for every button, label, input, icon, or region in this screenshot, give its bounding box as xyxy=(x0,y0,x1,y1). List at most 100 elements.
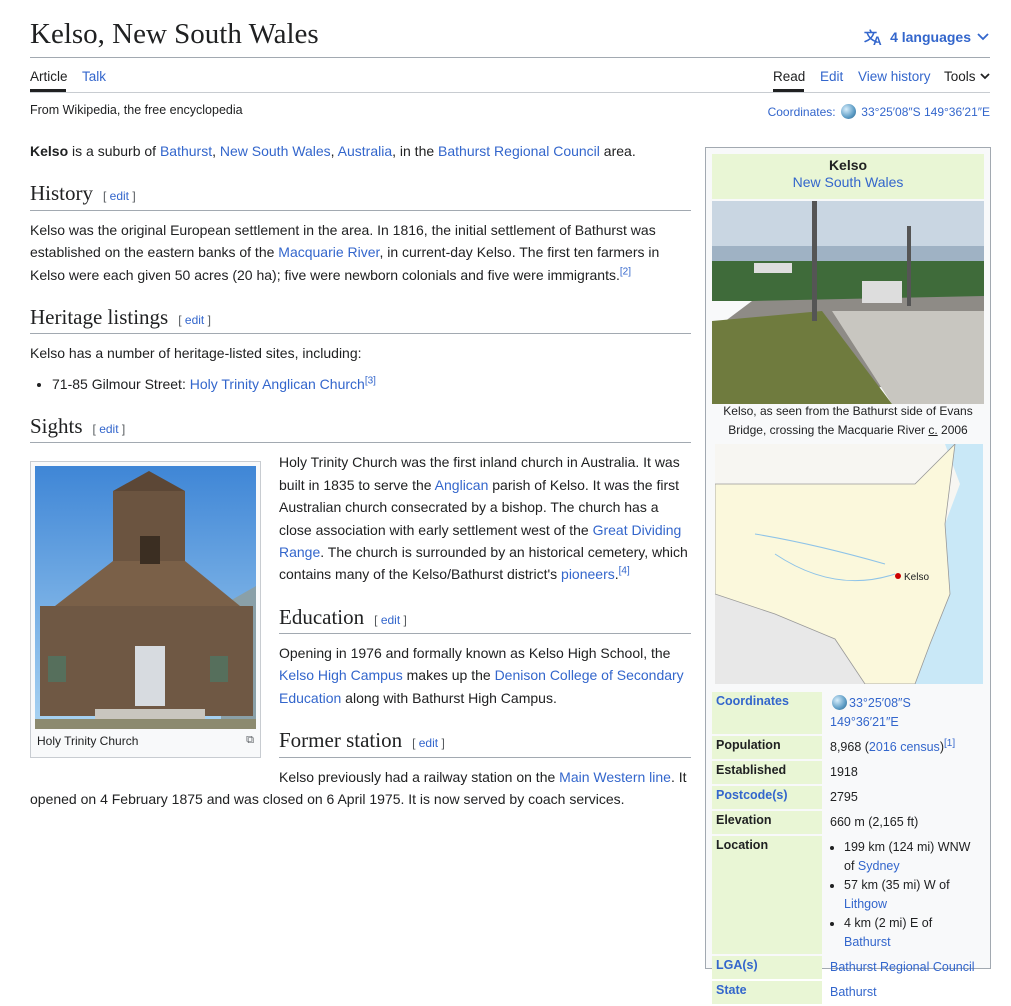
heading-text: Education xyxy=(279,604,365,629)
edit-section[interactable]: [ edit ] xyxy=(103,189,136,203)
edit-link[interactable]: edit xyxy=(381,613,400,627)
circa-abbr: c. xyxy=(928,423,938,437)
svg-text:A: A xyxy=(873,34,882,46)
tab-edit[interactable]: Edit xyxy=(820,69,843,84)
link-lithgow[interactable]: Lithgow xyxy=(844,897,887,911)
text: 2006 xyxy=(937,423,968,437)
lga-link[interactable]: Bathurst Regional Council xyxy=(830,960,975,974)
tools-menu[interactable]: Tools xyxy=(944,69,990,84)
heading-text: Sights xyxy=(30,414,83,439)
edit-link[interactable]: edit xyxy=(110,189,129,203)
coordinates-label: Coordinates: xyxy=(767,105,836,119)
location-map[interactable]: Kelso xyxy=(715,444,983,684)
heritage-list: 71-85 Gilmour Street: Holy Trinity Angli… xyxy=(30,373,691,395)
intro-paragraph: Kelso is a suburb of Bathurst, New South… xyxy=(30,140,691,162)
edit-link[interactable]: edit xyxy=(185,313,204,327)
edit-section[interactable]: [ edit ] xyxy=(93,422,126,436)
list-item: 57 km (35 mi) W of Lithgow xyxy=(844,876,980,914)
heading-history: History [ edit ] xyxy=(30,180,691,211)
coordinates-value[interactable]: 33°25′08″S 149°36′21″E xyxy=(861,105,990,119)
link-sydney[interactable]: Sydney xyxy=(858,859,900,873)
reference-link[interactable]: [3] xyxy=(365,375,376,386)
location-list: 199 km (124 mi) WNW of Sydney 57 km (35 … xyxy=(830,838,980,952)
text: area. xyxy=(599,143,636,159)
globe-icon xyxy=(840,104,856,119)
tab-talk[interactable]: Talk xyxy=(82,69,106,84)
link-anglican[interactable]: Anglican xyxy=(435,477,489,493)
label[interactable]: Postcode(s) xyxy=(716,788,788,802)
sights-paragraph: Holy Trinity Church was the first inland… xyxy=(279,451,691,585)
heading-text: Former station xyxy=(279,728,403,753)
edit-section[interactable]: [ edit ] xyxy=(412,736,445,750)
text: Opening in 1976 and formally known as Ke… xyxy=(279,645,671,662)
row-population: Population 8,968 (2016 census)[1] xyxy=(712,736,984,759)
label[interactable]: Coordinates xyxy=(716,694,789,708)
value: 1918 xyxy=(830,765,858,779)
tab-article[interactable]: Article xyxy=(30,69,68,84)
title-divider xyxy=(30,57,990,58)
row-established: Established 1918 xyxy=(712,761,984,784)
row-elevation: Elevation 660 m (2,165 ft) xyxy=(712,811,984,834)
enlarge-icon[interactable]: ⧉ xyxy=(246,734,254,747)
text: 57 km (35 mi) W of xyxy=(844,878,950,892)
link-pioneers[interactable]: pioneers xyxy=(561,566,615,582)
link-bathurst[interactable]: Bathurst xyxy=(844,935,891,949)
text: , xyxy=(212,143,220,159)
label[interactable]: LGA(s) xyxy=(716,958,758,972)
infobox-title: Kelso xyxy=(828,157,868,173)
photo-caption: Kelso, as seen from the Bathurst side of… xyxy=(712,402,984,440)
edit-link[interactable]: edit xyxy=(99,422,118,436)
coordinates-top[interactable]: Coordinates: 33°25′08″S 149°36′21″E xyxy=(768,104,990,119)
intro-bold: Kelso xyxy=(30,143,69,159)
church-figure: Holy Trinity Church ⧉ xyxy=(30,461,261,758)
link-nsw[interactable]: New South Wales xyxy=(220,143,331,159)
link-brc[interactable]: Bathurst Regional Council xyxy=(438,143,600,159)
heading-education: Education [ edit ] xyxy=(279,604,691,635)
link-macquarie-river[interactable]: Macquarie River xyxy=(278,244,379,260)
row-lga: LGA(s) Bathurst Regional Council xyxy=(712,956,984,979)
value: 2795 xyxy=(830,790,858,804)
link-kelso-high[interactable]: Kelso High Campus xyxy=(279,667,403,683)
tab-read[interactable]: Read xyxy=(773,69,805,84)
kelso-bridge-photo[interactable] xyxy=(712,201,984,404)
list-item: 4 km (2 mi) E of Bathurst xyxy=(844,914,980,952)
text: is a suburb of xyxy=(68,143,160,159)
church-image[interactable] xyxy=(35,466,256,729)
infobox-header: Kelso New South Wales xyxy=(712,154,984,199)
heritage-intro: Kelso has a number of heritage-listed si… xyxy=(30,345,362,362)
reference-link[interactable]: [2] xyxy=(620,266,631,277)
state-link[interactable]: Bathurst xyxy=(830,985,877,999)
figure-caption: Holy Trinity Church xyxy=(37,734,139,748)
map-marker-label: Kelso xyxy=(904,572,929,583)
edit-section[interactable]: [ edit ] xyxy=(178,313,211,327)
link-bathurst[interactable]: Bathurst xyxy=(160,143,212,159)
heading-text: Heritage listings xyxy=(30,304,169,329)
list-item: 71-85 Gilmour Street: Holy Trinity Angli… xyxy=(52,373,691,395)
text: makes up the xyxy=(402,667,495,684)
census-link[interactable]: 2016 census xyxy=(869,740,940,754)
edit-link[interactable]: edit xyxy=(419,736,438,750)
link-holy-trinity[interactable]: Holy Trinity Anglican Church xyxy=(190,376,365,392)
label[interactable]: State xyxy=(716,983,747,997)
row-postcode: Postcode(s) 2795 xyxy=(712,786,984,809)
edit-section[interactable]: [ edit ] xyxy=(374,613,407,627)
heading-former-station: Former station [ edit ] xyxy=(279,727,691,758)
value: 660 m (2,165 ft) xyxy=(830,815,919,829)
list-item: 199 km (124 mi) WNW of Sydney xyxy=(844,838,980,876)
education-paragraph: Opening in 1976 and formally known as Ke… xyxy=(279,642,691,709)
reference-link[interactable]: [4] xyxy=(619,566,630,577)
label: Elevation xyxy=(712,811,822,834)
reference-link[interactable]: [1] xyxy=(944,738,955,749)
row-location: Location 199 km (124 mi) WNW of Sydney 5… xyxy=(712,836,984,954)
chevron-down-icon xyxy=(977,33,989,41)
language-selector[interactable]: 文A 4 languages xyxy=(864,28,989,46)
tools-label: Tools xyxy=(944,69,976,84)
link-main-western-line[interactable]: Main Western line xyxy=(559,769,671,785)
tagline: From Wikipedia, the free encyclopedia xyxy=(30,103,243,117)
text: , xyxy=(330,143,338,159)
text: 71-85 Gilmour Street: xyxy=(52,375,190,392)
infobox-subtitle-link[interactable]: New South Wales xyxy=(793,174,904,190)
link-australia[interactable]: Australia xyxy=(338,143,392,159)
tab-view-history[interactable]: View history xyxy=(858,69,931,84)
heading-text: History xyxy=(30,181,93,206)
